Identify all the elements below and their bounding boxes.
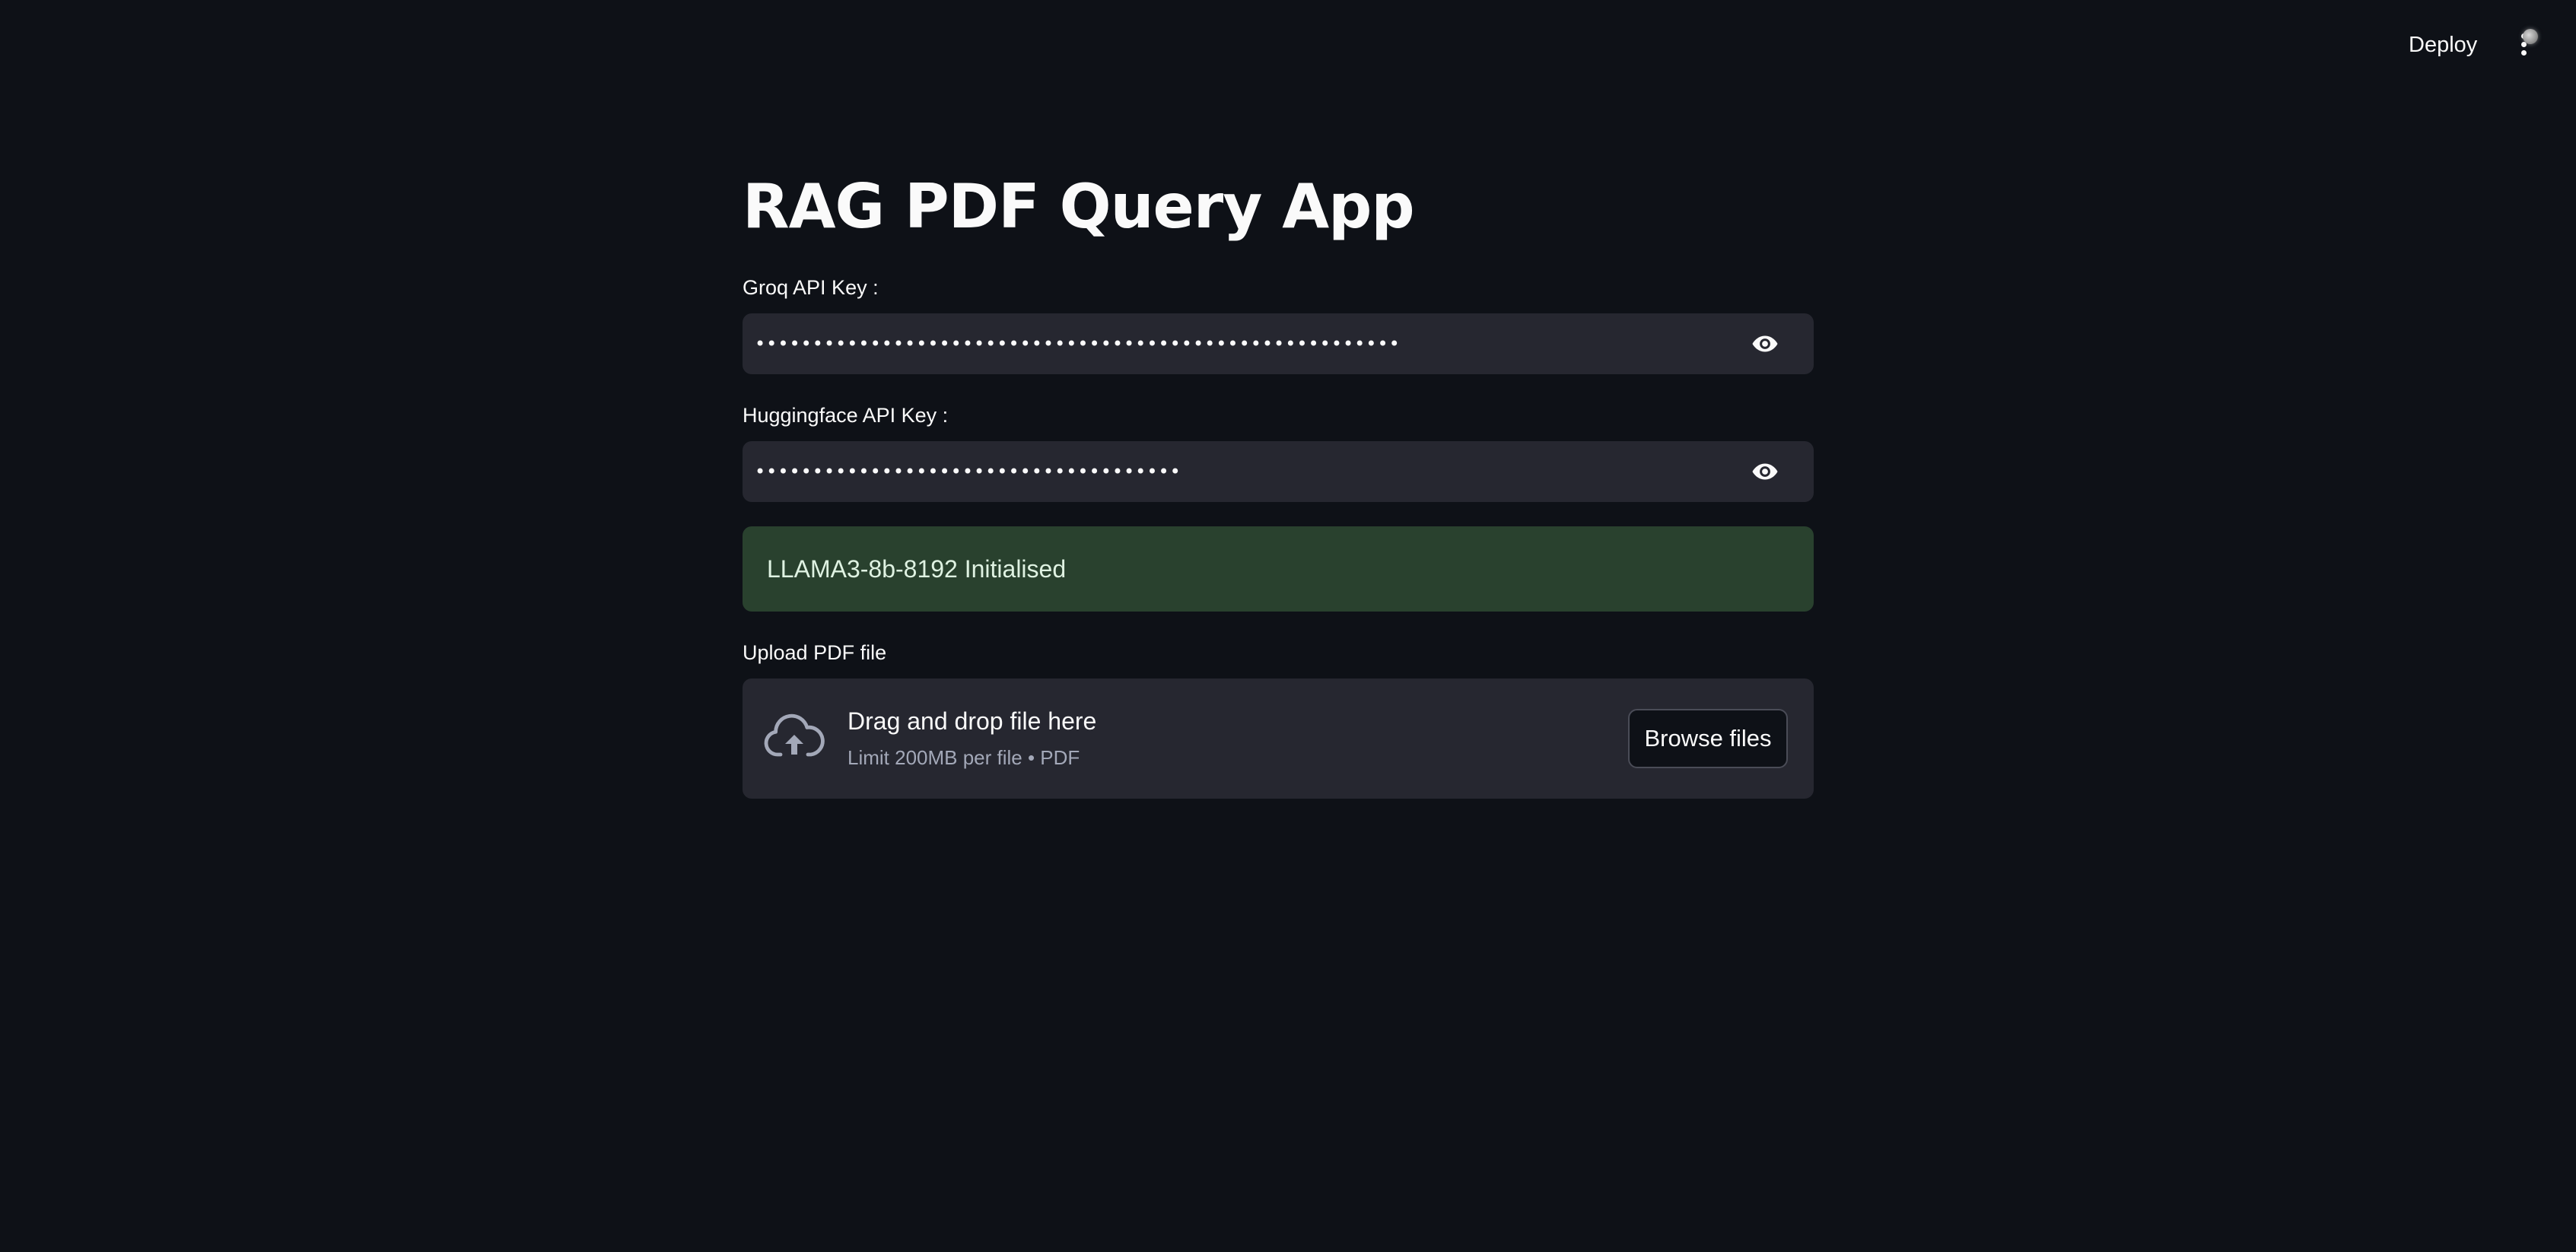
groq-api-key-input[interactable] (755, 313, 1698, 374)
app-header: Deploy (0, 0, 2576, 91)
huggingface-api-key-label: Huggingface API Key : (743, 404, 949, 427)
groq-api-key-label: Groq API Key : (743, 276, 879, 299)
eye-icon[interactable] (1750, 330, 1780, 357)
success-alert: LLAMA3-8b-8192 Initialised (743, 526, 1814, 612)
file-dropzone[interactable]: Drag and drop file here Limit 200MB per … (743, 678, 1814, 799)
main-menu-button[interactable] (2504, 24, 2544, 64)
dropzone-title: Drag and drop file here (848, 707, 1097, 735)
huggingface-api-key-field (743, 441, 1814, 502)
groq-api-key-field (743, 313, 1814, 374)
running-status-icon (2523, 29, 2538, 44)
eye-icon[interactable] (1750, 458, 1780, 485)
browse-files-button[interactable]: Browse files (1628, 709, 1788, 768)
upload-pdf-label: Upload PDF file (743, 641, 887, 664)
dropzone-limit-text: Limit 200MB per file • PDF (848, 746, 1080, 769)
vertical-dots-icon-dot (2521, 50, 2527, 56)
cloud-upload-icon (764, 713, 825, 757)
huggingface-api-key-input[interactable] (755, 441, 1698, 502)
success-alert-text: LLAMA3-8b-8192 Initialised (767, 555, 1067, 583)
page-title: RAG PDF Query App (743, 171, 1415, 242)
deploy-button[interactable]: Deploy (2396, 27, 2489, 62)
